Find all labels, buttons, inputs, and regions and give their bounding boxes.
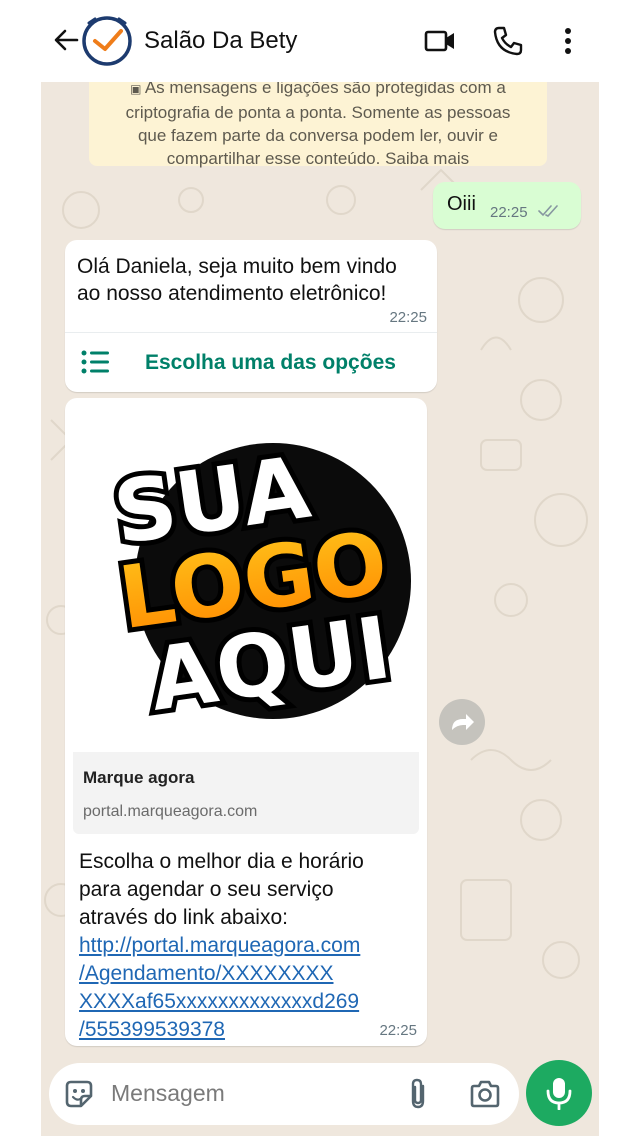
double-check-icon [538, 204, 560, 218]
message-text: ao nosso atendimento eletrônico! [77, 280, 427, 307]
voice-message-button[interactable] [526, 1060, 592, 1126]
message-text: para agendar o seu serviço [79, 876, 419, 904]
video-call-icon[interactable] [423, 24, 457, 58]
message-text: Escolha o melhor dia e horário [79, 848, 419, 876]
list-icon [81, 349, 111, 375]
incoming-welcome-message[interactable]: Olá Daniela, seja muito bem vindo ao nos… [65, 240, 437, 392]
notice-line: que fazem parte da conversa podem ler, o… [101, 124, 535, 147]
message-time: 22:25 [490, 204, 528, 221]
link-preview-url: portal.marqueagora.com [83, 803, 257, 821]
options-list-button[interactable]: Escolha uma das opções [65, 333, 437, 392]
booking-link[interactable]: /555399539378 [79, 1018, 225, 1041]
message-text: Oiii [447, 193, 476, 216]
sua-logo-aqui-image: SUA LOGO AQUI [73, 406, 419, 752]
message-input[interactable]: Mensagem [111, 1080, 225, 1107]
incoming-link-message[interactable]: SUA LOGO AQUI Marque agora portal.marque… [65, 398, 427, 1046]
contact-name[interactable]: Salão Da Bety [144, 27, 297, 55]
notice-line: compartilhar esse conteúdo. Saiba mais [101, 147, 535, 170]
options-label: Escolha uma das opções [145, 351, 396, 375]
message-input-bar[interactable]: Mensagem [49, 1063, 519, 1125]
notice-line: criptografia de ponta a ponta. Somente a… [101, 101, 535, 124]
chat-header: Salão Da Bety [41, 0, 599, 82]
mic-icon [545, 1076, 573, 1110]
message-time: 22:25 [389, 309, 427, 326]
forward-button[interactable] [439, 699, 485, 745]
outgoing-message[interactable]: Oiii 22:25 [433, 182, 581, 229]
camera-icon[interactable] [469, 1079, 501, 1109]
sticker-icon[interactable] [63, 1078, 95, 1110]
phone-icon[interactable] [491, 24, 525, 58]
message-text: através do link abaixo: [79, 904, 419, 932]
logo-image[interactable]: SUA LOGO AQUI [73, 406, 419, 752]
more-vert-icon[interactable] [551, 24, 585, 58]
message-text: Olá Daniela, seja muito bem vindo [77, 253, 427, 280]
link-preview-title: Marque agora [83, 768, 194, 788]
booking-link[interactable]: http://portal.marqueagora.com [79, 934, 360, 957]
booking-link[interactable]: XXXXaf65xxxxxxxxxxxxxd269 [79, 990, 359, 1013]
forward-icon [439, 699, 485, 745]
chat-screen: Salão Da Bety ▣ As mensagens e ligações … [41, 0, 599, 1136]
attach-icon[interactable] [406, 1077, 430, 1111]
lock-icon: ▣ [130, 82, 145, 96]
booking-link[interactable]: /Agendamento/XXXXXXXX [79, 962, 334, 985]
message-time: 22:25 [379, 1022, 417, 1039]
clock-logo-icon[interactable] [81, 15, 133, 67]
back-arrow-icon[interactable] [51, 25, 81, 55]
link-preview-card[interactable]: Marque agora portal.marqueagora.com [73, 752, 419, 834]
